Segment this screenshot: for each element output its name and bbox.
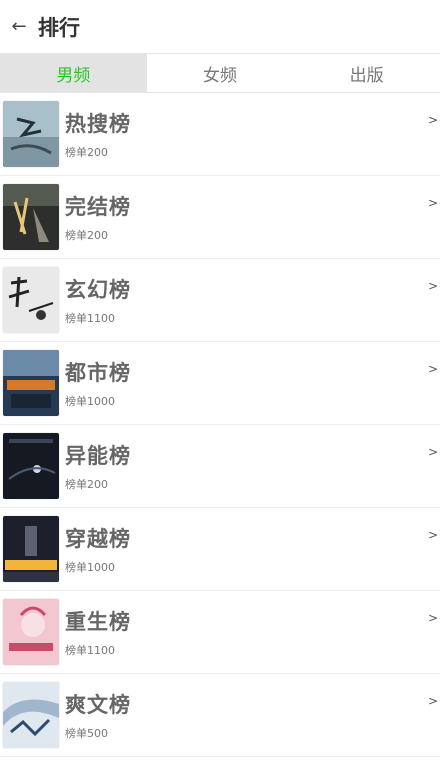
ranking-name: 完结榜 [65, 195, 131, 219]
book-cover-image [3, 184, 59, 250]
ranking-name: 重生榜 [65, 610, 131, 634]
book-cover-image [3, 350, 59, 416]
book-cover-image [3, 433, 59, 499]
chevron-right-icon: > [427, 528, 438, 542]
ranking-name: 都市榜 [65, 361, 131, 385]
ranking-count: 榜单500 [65, 727, 108, 740]
arrow-left-icon: ← [11, 16, 27, 37]
ranking-name: 爽文榜 [65, 693, 131, 717]
tab-bar: 男频 女频 出版 [0, 54, 440, 93]
ranking-count: 榜单1100 [65, 644, 115, 657]
ranking-count: 榜单200 [65, 229, 108, 242]
page-title: 排行 [38, 15, 80, 40]
ranking-name: 穿越榜 [65, 527, 131, 551]
ranking-count: 榜单1000 [65, 395, 115, 408]
book-cover-image [3, 101, 59, 167]
chevron-right-icon: > [427, 445, 438, 459]
ranking-row-hot-search[interactable]: 热搜榜 榜单200 > [0, 93, 440, 176]
ranking-count: 榜单1100 [65, 312, 115, 325]
ranking-name: 玄幻榜 [65, 278, 131, 302]
ranking-name: 热搜榜 [65, 112, 131, 136]
chevron-right-icon: > [427, 694, 438, 708]
chevron-right-icon: > [427, 196, 438, 210]
ranking-row-rebirth[interactable]: 重生榜 榜单1100 > [0, 591, 440, 674]
ranking-row-completed[interactable]: 完结榜 榜单200 > [0, 176, 440, 259]
ranking-name: 异能榜 [65, 444, 131, 468]
chevron-right-icon: > [427, 113, 438, 127]
back-button[interactable]: ← [8, 16, 30, 38]
top-bar: ← 排行 [0, 0, 440, 54]
chevron-right-icon: > [427, 362, 438, 376]
ranking-count: 榜单200 [65, 478, 108, 491]
ranking-row-superpower[interactable]: 异能榜 榜单200 > [0, 425, 440, 508]
chevron-right-icon: > [427, 279, 438, 293]
chevron-right-icon: > [427, 611, 438, 625]
ranking-row-time-travel[interactable]: 穿越榜 榜单1000 > [0, 508, 440, 591]
book-cover-image [3, 599, 59, 665]
ranking-count: 榜单1000 [65, 561, 115, 574]
book-cover-image [3, 682, 59, 748]
tab-male[interactable]: 男频 [0, 54, 147, 92]
ranking-row-satisfying[interactable]: 爽文榜 榜单500 > [0, 674, 440, 757]
ranking-count: 榜单200 [65, 146, 108, 159]
tab-female[interactable]: 女频 [146, 54, 294, 92]
ranking-list: 热搜榜 榜单200 > 完结榜 榜单200 > 玄幻榜 榜单1100 > 都市榜… [0, 93, 440, 757]
tab-publish[interactable]: 出版 [293, 54, 440, 92]
book-cover-image [3, 267, 59, 333]
book-cover-image [3, 516, 59, 582]
ranking-row-urban[interactable]: 都市榜 榜单1000 > [0, 342, 440, 425]
ranking-row-fantasy[interactable]: 玄幻榜 榜单1100 > [0, 259, 440, 342]
